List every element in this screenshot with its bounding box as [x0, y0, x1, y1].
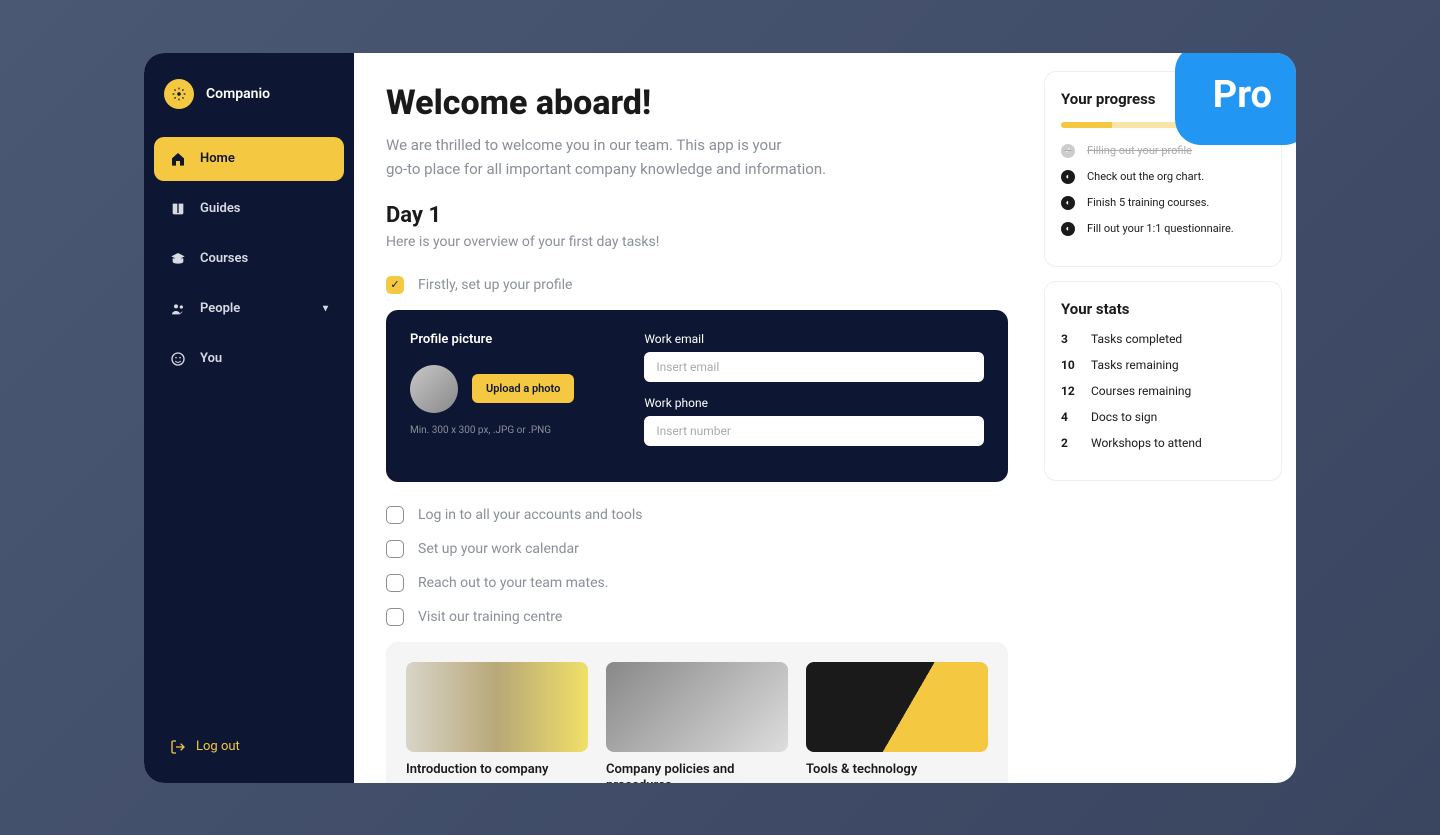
task-label: Reach out to your team mates.	[418, 575, 608, 591]
checkbox[interactable]	[386, 574, 404, 592]
task-row: Set up your work calendar	[386, 540, 1008, 558]
stat-label: Docs to sign	[1091, 410, 1157, 424]
upload-photo-button[interactable]: Upload a photo	[472, 374, 574, 403]
checkbox[interactable]	[386, 540, 404, 558]
stat-row: 4 Docs to sign	[1061, 410, 1265, 424]
course-title: Tools & technology	[806, 762, 988, 779]
phone-label: Work phone	[644, 396, 984, 410]
email-label: Work email	[644, 332, 984, 346]
profile-card: Profile picture Upload a photo Min. 300 …	[386, 310, 1008, 482]
right-column: Your progress ✓ Filling out your profile…	[1040, 53, 1296, 783]
pro-badge: Pro	[1175, 53, 1296, 145]
stat-row: 12 Courses remaining	[1061, 384, 1265, 398]
stat-number: 4	[1061, 410, 1077, 424]
circle-icon: ◐	[1061, 196, 1075, 210]
app-window: Companio Home Guides Courses People ▾	[144, 53, 1296, 783]
nav-label: You	[200, 351, 222, 366]
page-subtitle: We are thrilled to welcome you in our te…	[386, 133, 1008, 181]
task-row: Reach out to your team mates.	[386, 574, 1008, 592]
stat-row: 10 Tasks remaining	[1061, 358, 1265, 372]
nav-label: Home	[200, 151, 235, 166]
page-title: Welcome aboard!	[386, 83, 1008, 123]
stats-panel: Your stats 3 Tasks completed 10 Tasks re…	[1044, 281, 1282, 481]
checkbox[interactable]	[386, 608, 404, 626]
nav-people[interactable]: People ▾	[154, 287, 344, 331]
task-label: Firstly, set up your profile	[418, 277, 572, 293]
stat-row: 3 Tasks completed	[1061, 332, 1265, 346]
nav-label: People	[200, 301, 240, 316]
progress-label: Fill out your 1:1 questionnaire.	[1087, 222, 1234, 235]
progress-label: Filling out your profile	[1087, 144, 1192, 157]
stat-label: Courses remaining	[1091, 384, 1191, 398]
task-label: Set up your work calendar	[418, 541, 579, 557]
course-cards: Introduction to company Company policies…	[386, 642, 1008, 783]
logo-icon	[164, 79, 194, 109]
section-title: Day 1	[386, 203, 1008, 228]
task-row: Visit our training centre	[386, 608, 1008, 626]
avatar	[410, 365, 458, 413]
checkbox[interactable]	[386, 506, 404, 524]
course-image	[606, 662, 788, 752]
stat-row: 2 Workshops to attend	[1061, 436, 1265, 450]
nav-courses[interactable]: Courses	[154, 237, 344, 281]
progress-item: ◐ Finish 5 training courses.	[1061, 196, 1265, 210]
course-image	[806, 662, 988, 752]
course-card[interactable]: Tools & technology	[806, 662, 988, 783]
nav: Home Guides Courses People ▾ You	[154, 137, 344, 729]
home-icon	[170, 151, 186, 167]
nav-home[interactable]: Home	[154, 137, 344, 181]
logout-button[interactable]: Log out	[154, 729, 344, 765]
course-image	[406, 662, 588, 752]
people-icon	[170, 301, 186, 317]
sidebar: Companio Home Guides Courses People ▾	[144, 53, 354, 783]
progress-label: Finish 5 training courses.	[1087, 196, 1209, 209]
stat-number: 10	[1061, 358, 1077, 372]
stat-number: 12	[1061, 384, 1077, 398]
task-row: Log in to all your accounts and tools	[386, 506, 1008, 524]
course-card[interactable]: Company policies and procedures	[606, 662, 788, 783]
profile-fields: Work email Work phone	[644, 332, 984, 460]
stat-label: Tasks remaining	[1091, 358, 1179, 372]
circle-icon: ◐	[1061, 222, 1075, 236]
face-icon	[170, 351, 186, 367]
nav-label: Courses	[200, 251, 248, 266]
section-subtitle: Here is your overview of your first day …	[386, 234, 1008, 250]
progress-label: Check out the org chart.	[1087, 170, 1204, 183]
stat-label: Workshops to attend	[1091, 436, 1202, 450]
check-circle-icon: ✓	[1061, 144, 1075, 158]
nav-label: Guides	[200, 201, 241, 216]
nav-guides[interactable]: Guides	[154, 187, 344, 231]
book-icon	[170, 201, 186, 217]
stat-number: 3	[1061, 332, 1077, 346]
upload-hint: Min. 300 x 300 px, .JPG or .PNG	[410, 425, 574, 436]
course-card[interactable]: Introduction to company	[406, 662, 588, 783]
logout-icon	[170, 739, 186, 755]
task-label: Log in to all your accounts and tools	[418, 507, 642, 523]
progress-fill	[1061, 122, 1112, 128]
graduation-icon	[170, 251, 186, 267]
progress-item: ◐ Fill out your 1:1 questionnaire.	[1061, 222, 1265, 236]
progress-item: ◐ Check out the org chart.	[1061, 170, 1265, 184]
circle-icon: ◐	[1061, 170, 1075, 184]
stats-title: Your stats	[1061, 300, 1265, 318]
checkbox[interactable]: ✓	[386, 276, 404, 294]
stat-label: Tasks completed	[1091, 332, 1182, 346]
profile-picture-label: Profile picture	[410, 332, 574, 347]
task-row: ✓ Firstly, set up your profile	[386, 276, 1008, 294]
profile-picture-section: Profile picture Upload a photo Min. 300 …	[410, 332, 574, 460]
chevron-down-icon: ▾	[323, 303, 328, 314]
task-label: Visit our training centre	[418, 609, 562, 625]
course-title: Company policies and procedures	[606, 762, 788, 783]
course-title: Introduction to company	[406, 762, 588, 779]
email-field[interactable]	[644, 352, 984, 382]
logout-label: Log out	[196, 739, 240, 754]
main-content: Welcome aboard! We are thrilled to welco…	[354, 53, 1040, 783]
stat-number: 2	[1061, 436, 1077, 450]
logo: Companio	[154, 71, 344, 137]
phone-field[interactable]	[644, 416, 984, 446]
nav-you[interactable]: You	[154, 337, 344, 381]
progress-item: ✓ Filling out your profile	[1061, 144, 1265, 158]
app-name: Companio	[206, 86, 270, 102]
